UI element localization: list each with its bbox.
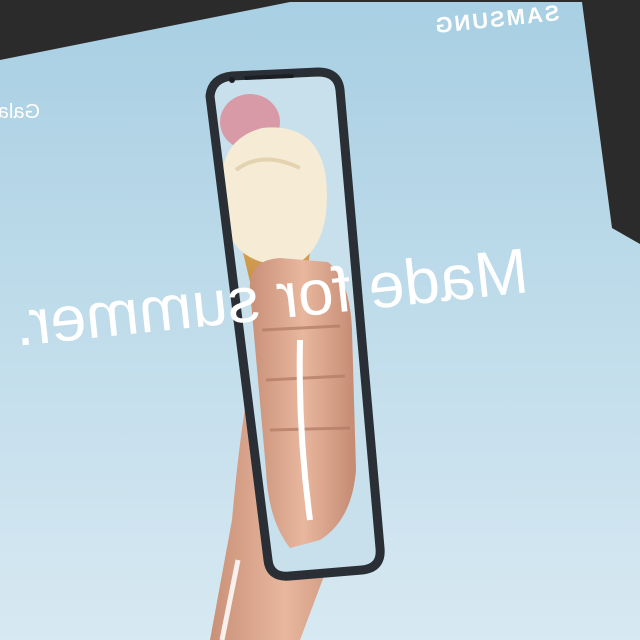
phone-camera	[229, 77, 235, 83]
ad-canvas: SAMSUNG Gala Made for summer.	[0, 0, 640, 640]
product-name-partial: Gala	[0, 101, 40, 123]
phone-speaker	[244, 74, 294, 80]
ad-stage: SAMSUNG Gala Made for summer.	[0, 0, 640, 640]
